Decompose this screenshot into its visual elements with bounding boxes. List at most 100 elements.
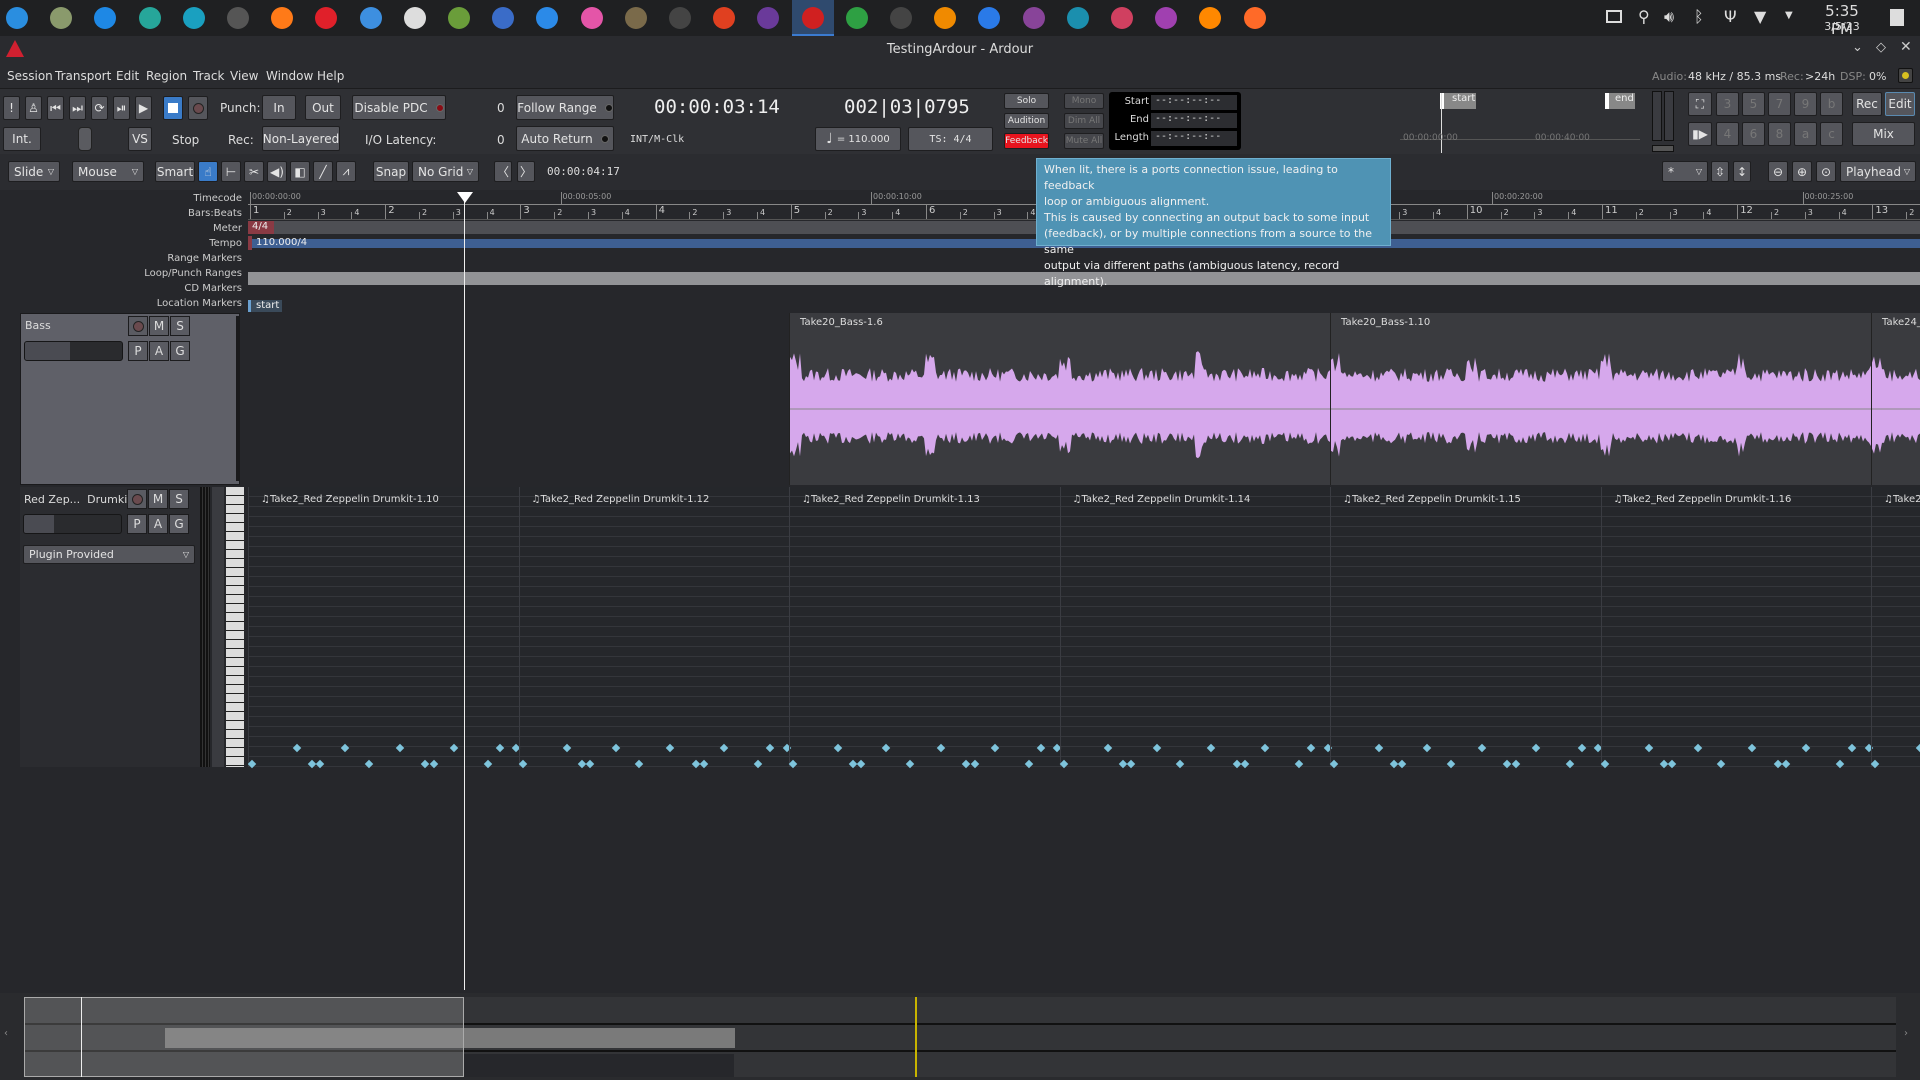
midi-note[interactable]: [766, 743, 775, 753]
mono-button[interactable]: Mono: [1064, 93, 1104, 109]
summary-scroll-right-icon[interactable]: ›: [1904, 1028, 1908, 1039]
midi-region[interactable]: ♫Take2_Red Zeppelin Drumkit: [1870, 487, 1920, 769]
mini-end-marker[interactable]: end: [1605, 93, 1635, 109]
varispeed-button[interactable]: VS: [128, 127, 152, 151]
midi-note[interactable]: [1260, 743, 1270, 753]
usb-icon[interactable]: Ψ: [1724, 7, 1737, 26]
mute-button[interactable]: M: [148, 489, 168, 509]
feedback-button[interactable]: Feedback: [1004, 133, 1049, 149]
snap-button[interactable]: Snap: [373, 161, 409, 182]
midi-note[interactable]: [449, 743, 458, 753]
midi-note[interactable]: [315, 759, 324, 769]
marker-button-8[interactable]: 8: [1768, 122, 1791, 146]
notes-icon[interactable]: [1155, 7, 1178, 29]
track-header-bass[interactable]: Bass M S P A G: [20, 313, 240, 485]
midi-note[interactable]: [1644, 743, 1654, 753]
group-button[interactable]: G: [170, 341, 190, 361]
midi-note[interactable]: [292, 743, 301, 753]
keyboard-icon[interactable]: [1606, 10, 1622, 23]
editor-canvas[interactable]: Take20_Bass-1.6 Take20_Bass-1.10 Take24_Ba…: [248, 312, 1920, 990]
system-monitor-icon[interactable]: [492, 7, 515, 29]
midi-note[interactable]: [1024, 759, 1034, 769]
range-tool-icon[interactable]: ⊢: [221, 161, 241, 182]
midi-note[interactable]: [1152, 743, 1162, 753]
clock-date[interactable]: 3/5/23: [1812, 20, 1872, 33]
midi-note[interactable]: [1103, 743, 1113, 753]
midi-note[interactable]: [1240, 759, 1250, 769]
loop-button[interactable]: ⟳: [91, 96, 108, 120]
scroomer[interactable]: [212, 487, 224, 767]
midi-note[interactable]: [1693, 743, 1703, 753]
menu-view[interactable]: View: [230, 69, 258, 83]
goto-start-button[interactable]: ⏮: [47, 96, 64, 120]
midi-note[interactable]: [341, 743, 350, 753]
show-desktop-icon[interactable]: [1890, 9, 1904, 26]
meter-marker[interactable]: 4/4: [248, 221, 274, 234]
midi-note[interactable]: [1389, 759, 1398, 769]
midi-note[interactable]: [364, 759, 373, 769]
menu-window[interactable]: Window: [266, 69, 313, 83]
midi-note[interactable]: [1668, 759, 1677, 769]
record-button[interactable]: [188, 96, 208, 120]
note-mode-dropdown[interactable]: Plugin Provided ▽: [23, 545, 195, 564]
session-summary[interactable]: ‹ ›: [0, 993, 1920, 1080]
midi-note[interactable]: [307, 759, 316, 769]
audition-button[interactable]: Audition: [1004, 113, 1049, 129]
midi-note[interactable]: [1848, 743, 1857, 753]
midi-note[interactable]: [1503, 759, 1512, 769]
primary-clock[interactable]: 00:00:03:14: [654, 96, 780, 118]
midi-note[interactable]: [483, 759, 493, 769]
tempo-marker[interactable]: 110.000/4: [256, 237, 307, 248]
midi-note[interactable]: [754, 759, 763, 769]
nudge-forward-icon[interactable]: 〉: [517, 161, 535, 182]
location-icon[interactable]: ⚲: [1638, 7, 1650, 26]
play-button[interactable]: ▶: [135, 96, 152, 120]
midi-region[interactable]: ♫Take2_Red Zeppelin Drumkit-1.14: [1059, 487, 1332, 769]
obs-icon[interactable]: [890, 7, 912, 29]
zoom-out-icon[interactable]: ⊖: [1768, 161, 1788, 182]
maximize-icon[interactable]: ◇: [1876, 40, 1886, 55]
audacity-like-icon[interactable]: [1022, 7, 1045, 29]
midi-note[interactable]: [970, 759, 979, 769]
midi-note[interactable]: [1175, 759, 1185, 769]
menu-session[interactable]: Session: [7, 69, 53, 83]
marker-button-b[interactable]: b: [1820, 92, 1843, 116]
track-name[interactable]: Red Zep... Drumkit: [24, 493, 132, 506]
midi-note[interactable]: [848, 759, 857, 769]
stretch-tool-icon[interactable]: ◧: [290, 161, 310, 182]
midi-note[interactable]: [1747, 743, 1757, 753]
marker-button-5[interactable]: 5: [1742, 92, 1765, 116]
range-start-clock[interactable]: --:--:--:--: [1151, 95, 1237, 110]
playhead-handle-icon[interactable]: [457, 192, 473, 203]
midi-note[interactable]: [1531, 743, 1540, 753]
blender-icon[interactable]: [934, 7, 957, 29]
midi-note[interactable]: [429, 759, 438, 769]
menu-edit[interactable]: Edit: [116, 69, 139, 83]
mix-window-button[interactable]: Mix: [1852, 122, 1915, 146]
zoom-to-session-icon[interactable]: ⊙: [1816, 161, 1836, 182]
video-icon[interactable]: ▮▶: [1688, 122, 1712, 146]
tor-icon[interactable]: [757, 7, 780, 29]
krita-icon[interactable]: [978, 7, 1001, 29]
midi-region[interactable]: ♫Take2_Red Zeppelin Drumkit-1.15: [1329, 487, 1603, 769]
zoom-in-icon[interactable]: ⊕: [1792, 161, 1812, 182]
playlist-button[interactable]: P: [127, 514, 147, 534]
midi-note[interactable]: [248, 759, 257, 769]
gimp-icon[interactable]: [624, 7, 647, 29]
midi-note[interactable]: [1206, 743, 1216, 753]
secondary-clock[interactable]: 002|03|0795: [844, 96, 970, 118]
midi-note[interactable]: [665, 743, 675, 753]
dim-all-button[interactable]: Dim All: [1064, 113, 1104, 129]
follow-range-button[interactable]: Follow Range: [516, 95, 614, 120]
midi-note[interactable]: [905, 759, 914, 769]
search-icon[interactable]: [94, 7, 117, 29]
midi-region[interactable]: ♫Take2_Red Zeppelin Drumkit-1.12: [518, 487, 791, 769]
stop-button[interactable]: [163, 96, 183, 120]
midi-note[interactable]: [1295, 759, 1304, 769]
app-s-icon[interactable]: [182, 7, 205, 29]
document-icon[interactable]: [403, 7, 426, 29]
audio-region[interactable]: Take20_Bass-1.10: [1330, 313, 1871, 485]
bluetooth-icon[interactable]: ᛒ: [1694, 7, 1704, 26]
summary-viewport[interactable]: [24, 997, 464, 1077]
gain-fader[interactable]: [23, 514, 122, 534]
